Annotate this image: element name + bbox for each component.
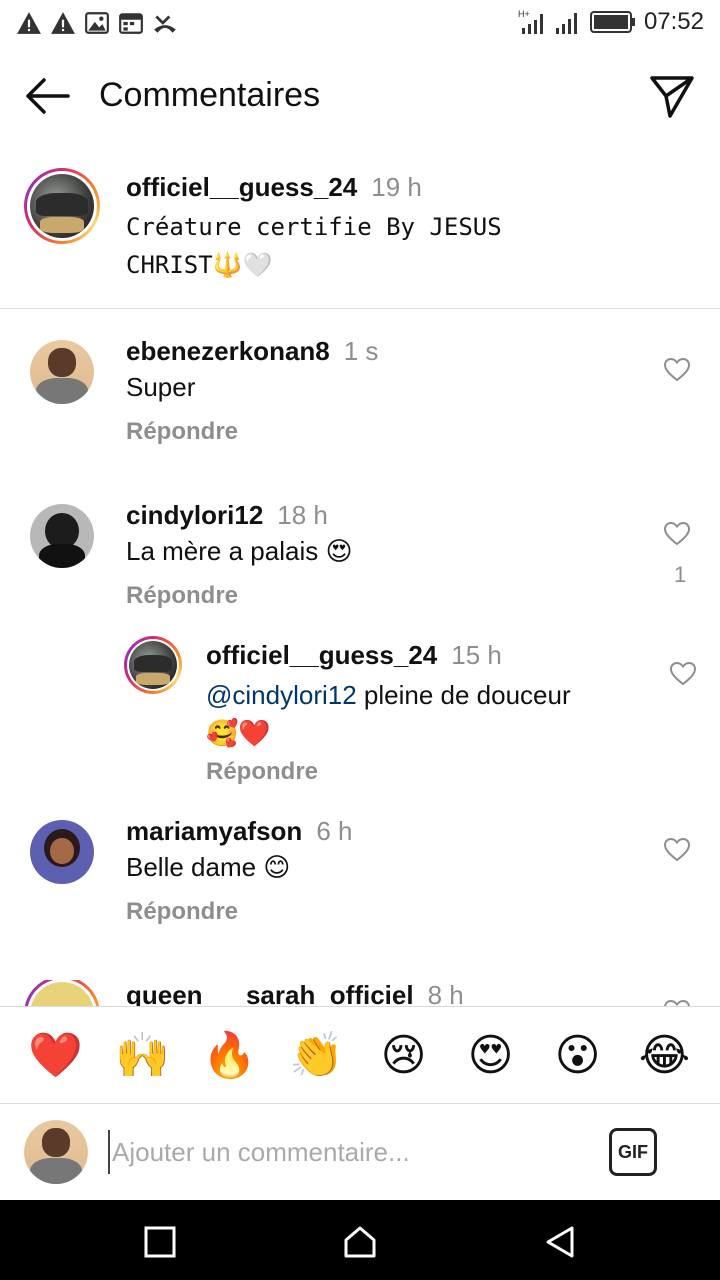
comment-text: Belle dame 😊: [126, 852, 291, 882]
notification-icons: [16, 10, 178, 36]
caption-text: Créature certifie By JESUS CHRIST🔱🤍: [126, 208, 546, 284]
caption-line: Créature certifie By JESUS: [126, 213, 502, 241]
username[interactable]: officiel__guess_24: [126, 172, 357, 202]
gif-button[interactable]: GIF: [609, 1128, 657, 1176]
heart-icon[interactable]: [670, 662, 696, 686]
recents-icon[interactable]: [142, 1224, 178, 1260]
comment-text: Super: [126, 372, 196, 402]
laughing-emoji-button[interactable]: 😂: [633, 1030, 697, 1081]
reply-button[interactable]: Répondre: [126, 418, 238, 446]
comment-text: La mère a palais 😍: [126, 536, 353, 566]
timestamp: 19 h: [371, 172, 422, 202]
username[interactable]: ebenezerkonan8: [126, 336, 330, 366]
warning-icon: [51, 12, 75, 34]
username[interactable]: cindylori12: [126, 500, 263, 530]
heart-eyes-emoji-button[interactable]: 😍: [459, 1030, 523, 1081]
comment-emoji: 🥰❤️: [206, 718, 271, 748]
caption-line: CHRIST🔱🤍: [126, 251, 273, 279]
warning-icon: [17, 12, 41, 34]
reply-button[interactable]: Répondre: [126, 582, 238, 610]
username[interactable]: mariamyafson: [126, 816, 302, 846]
status-bar: H+ 07:52: [0, 0, 720, 48]
reply-button[interactable]: Répondre: [206, 758, 318, 786]
comment-item: cindylori12 18 h La mère a palais 😍 Répon…: [0, 500, 720, 630]
caption-header: officiel__guess_24 19 h: [126, 172, 422, 203]
raised-hands-emoji-button[interactable]: 🙌: [111, 1029, 175, 1081]
clapping-emoji-button[interactable]: 👏: [285, 1029, 349, 1081]
comment-text: @cindylori12 pleine de douceur 🥰❤️: [206, 676, 626, 752]
avatar[interactable]: [30, 820, 94, 884]
timestamp: 6 h: [316, 816, 353, 846]
avatar[interactable]: [30, 174, 94, 238]
signal-h-plus-icon: H+: [518, 9, 543, 34]
surprised-emoji-button[interactable]: 😮: [546, 1030, 610, 1081]
comment-item: ebenezerkonan8 1 s Super Répondre: [0, 336, 720, 476]
system-nav-bar: [0, 1200, 720, 1280]
comment-header: officiel__guess_24 15 h: [206, 640, 502, 671]
home-icon[interactable]: [342, 1224, 378, 1260]
fire-emoji-button[interactable]: 🔥: [198, 1029, 262, 1081]
comment-body: pleine de douceur: [356, 680, 571, 710]
timestamp: 8 h: [427, 980, 464, 1006]
avatar[interactable]: [30, 504, 94, 568]
battery-icon: [589, 11, 635, 33]
system-indicators: H+ 07:52: [518, 8, 704, 36]
reply-button[interactable]: Répondre: [126, 898, 238, 926]
reply-item: officiel__guess_24 15 h @cindylori12 plei…: [0, 636, 720, 790]
clock: 07:52: [643, 8, 704, 35]
paper-plane-icon[interactable]: [648, 72, 696, 120]
emoji-reaction-bar: ❤️ 🙌 🔥 👏 😢 😍 😮 😂: [0, 1006, 720, 1104]
calendar-icon: [119, 13, 143, 34]
heart-icon[interactable]: [664, 358, 690, 382]
signal-icon: [555, 13, 577, 34]
timestamp: 1 s: [343, 336, 379, 366]
comment-item: queen___sarah_officiel 8 h: [0, 980, 720, 1006]
heart-emoji-button[interactable]: ❤️: [24, 1029, 88, 1081]
mention-link[interactable]: @cindylori12: [206, 680, 357, 710]
comment-header: mariamyafson 6 h: [126, 816, 352, 847]
arrow-left-icon[interactable]: [22, 76, 72, 116]
avatar[interactable]: [129, 641, 177, 689]
comment-item: mariamyafson 6 h Belle dame 😊 Répondre: [0, 816, 720, 946]
heart-icon[interactable]: [664, 522, 690, 546]
header: Commentaires: [0, 52, 720, 142]
timestamp: 15 h: [451, 640, 502, 670]
post-caption: officiel__guess_24 19 h Créature certifie…: [0, 164, 720, 309]
page-title: Commentaires: [99, 76, 321, 114]
comment-header: queen___sarah_officiel 8 h: [126, 980, 464, 1006]
back-icon[interactable]: [542, 1224, 578, 1260]
like-count: 1: [674, 562, 687, 587]
missed-call-icon: [154, 15, 176, 33]
heart-icon[interactable]: [664, 838, 690, 862]
comment-header: ebenezerkonan8 1 s: [126, 336, 378, 367]
username[interactable]: officiel__guess_24: [206, 640, 437, 670]
comment-composer: GIF: [0, 1104, 720, 1200]
crying-emoji-button[interactable]: 😢: [372, 1030, 436, 1081]
comment-header: cindylori12 18 h: [126, 500, 328, 531]
comment-input[interactable]: [108, 1130, 568, 1174]
svg-text:H+: H+: [518, 9, 530, 19]
image-icon: [85, 12, 109, 34]
username[interactable]: queen___sarah_officiel: [126, 980, 414, 1006]
avatar: [24, 1120, 88, 1184]
timestamp: 18 h: [277, 500, 328, 530]
avatar[interactable]: [30, 340, 94, 404]
